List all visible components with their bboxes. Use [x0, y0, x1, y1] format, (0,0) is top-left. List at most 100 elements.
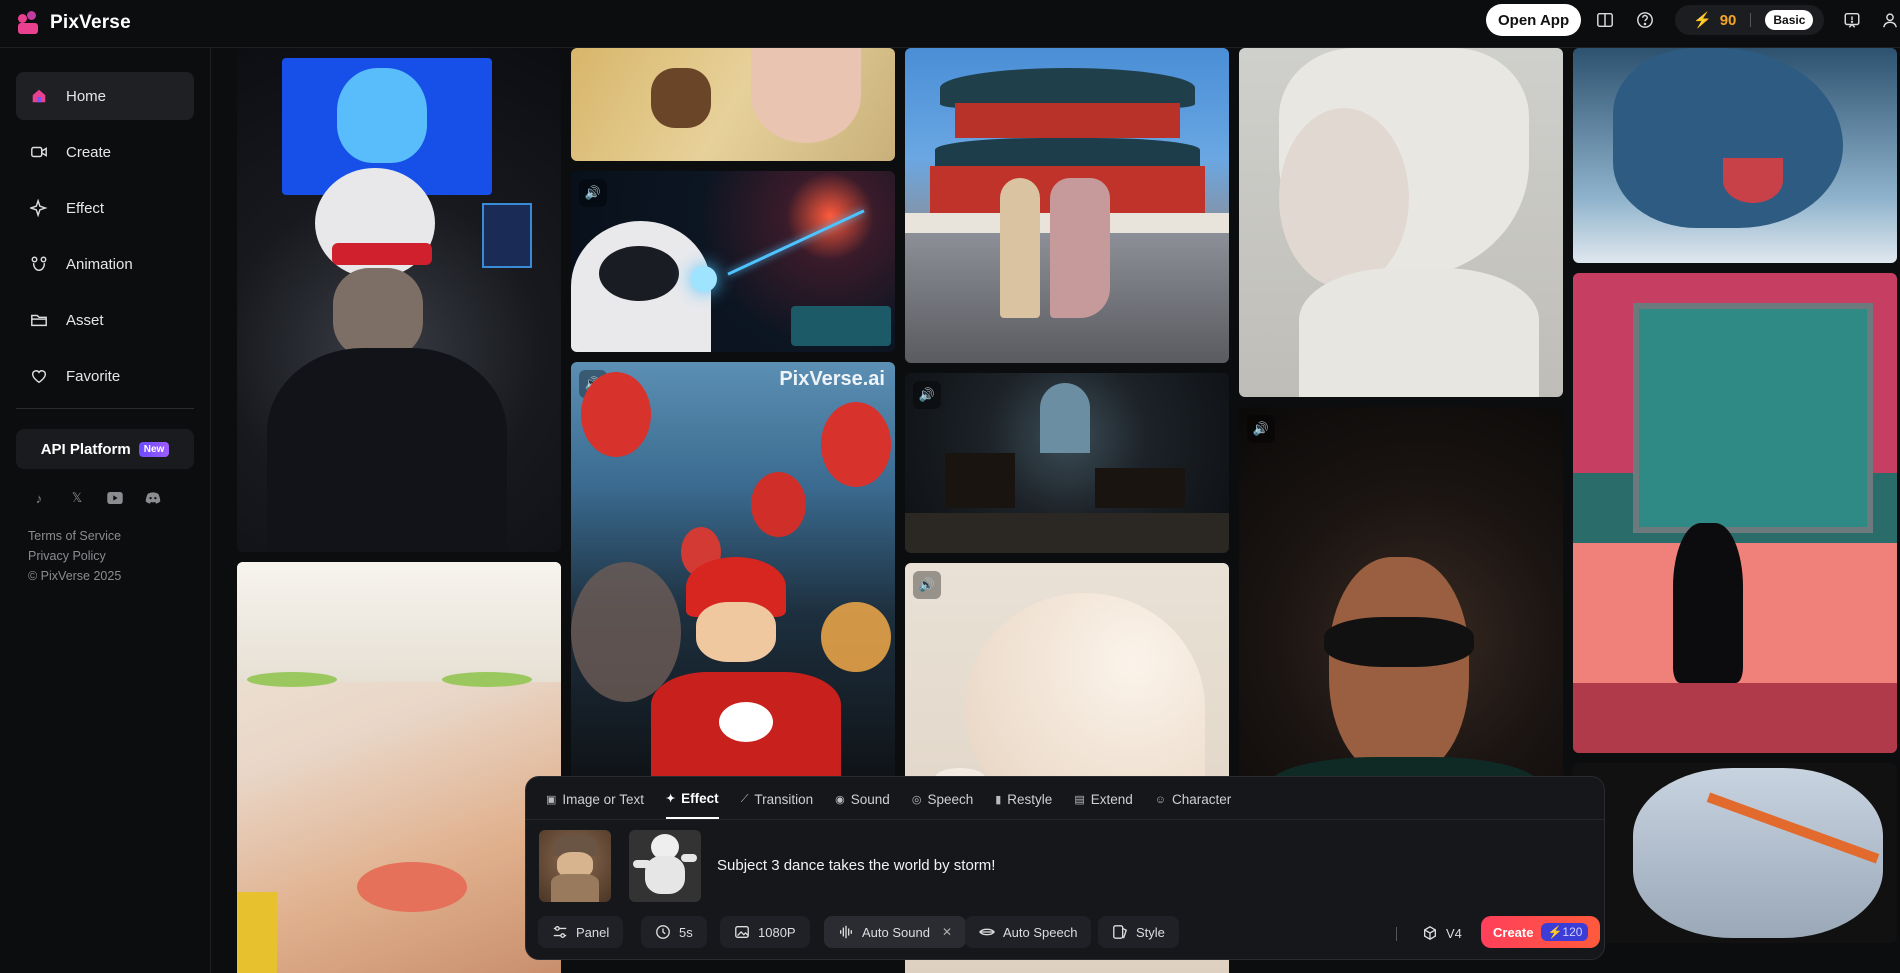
tab-sound[interactable]: ◉ Sound	[835, 791, 890, 819]
sidebar-item-create[interactable]: Create	[16, 128, 194, 176]
new-badge: New	[138, 441, 170, 457]
sparkle-icon: ✦	[665, 793, 676, 805]
subject-thumbnail[interactable]	[539, 830, 611, 902]
clock-icon	[656, 925, 670, 939]
image-icon: ▣	[546, 794, 557, 806]
video-camera-icon	[31, 146, 47, 158]
credits-divider	[1750, 13, 1752, 27]
help-icon[interactable]	[1635, 10, 1655, 30]
animation-icon	[31, 256, 47, 272]
home-icon	[32, 89, 46, 103]
open-app-button[interactable]: Open App	[1486, 4, 1582, 36]
gallery-tile[interactable]	[905, 48, 1229, 363]
lips-icon	[979, 928, 995, 936]
tab-character[interactable]: ☺ Character	[1155, 791, 1232, 819]
gallery-tile[interactable]	[1573, 48, 1897, 263]
app-name: PixVerse	[50, 12, 131, 33]
effect-thumbnail[interactable]	[629, 830, 701, 902]
sidebar: Home Create Effect Animation Asset Favor…	[0, 48, 211, 973]
bolt-icon: ⚡	[1693, 12, 1712, 29]
composer-tabs: ▣ Image or Text ✦ Effect ⟋ Transition ◉ Soun…	[546, 791, 1231, 819]
tab-restyle[interactable]: ▮ Restyle	[995, 791, 1052, 819]
api-platform-label: API Platform	[40, 440, 131, 458]
gallery-tile[interactable]: 🔊	[1573, 273, 1897, 753]
user-icon[interactable]	[1880, 10, 1900, 30]
sidebar-item-label: Favorite	[66, 367, 121, 385]
pixverse-logo-icon	[18, 11, 42, 35]
gallery-tile[interactable]: 🔊	[1239, 407, 1563, 827]
sound-icon: 🔊	[913, 571, 941, 599]
close-icon[interactable]: ✕	[942, 925, 952, 939]
copyright-text: © PixVerse 2025	[28, 569, 122, 583]
x-icon[interactable]: 𝕏	[68, 489, 86, 507]
tiktok-icon[interactable]: ♪	[30, 489, 48, 507]
style-label: Style	[1136, 924, 1165, 940]
terms-link[interactable]: Terms of Service	[28, 529, 121, 543]
top-bar: PixVerse Open App ⚡ 90 Basic	[0, 0, 1900, 48]
create-label: Create	[1493, 924, 1534, 940]
prompt-text[interactable]: Subject 3 dance takes the world by storm…	[717, 857, 995, 874]
sound-icon: 🔊	[579, 179, 607, 207]
folder-icon	[31, 314, 47, 327]
gallery-tile[interactable]	[1239, 48, 1563, 397]
gallery-tile[interactable]	[571, 48, 895, 161]
resolution-button[interactable]: 1080P	[720, 916, 810, 948]
resolution-label: 1080P	[758, 924, 796, 940]
sidebar-item-label: Animation	[66, 255, 133, 273]
logo[interactable]: PixVerse	[18, 11, 131, 35]
notification-icon[interactable]	[1842, 10, 1862, 30]
speech-icon: ◎	[911, 794, 922, 806]
tab-effect[interactable]: ✦ Effect	[665, 791, 719, 819]
character-icon: ☺	[1154, 793, 1166, 806]
create-button[interactable]: Create ⚡120	[1481, 916, 1601, 948]
create-cost: ⚡120	[1541, 923, 1589, 941]
gallery-tile[interactable]: 🔊	[571, 171, 895, 352]
brush-icon: ▮	[995, 794, 1002, 806]
gallery-tile[interactable]	[1573, 763, 1897, 943]
duration-button[interactable]: 5s	[641, 916, 707, 948]
extend-icon: ▤	[1074, 794, 1085, 806]
sidebar-item-asset[interactable]: Asset	[16, 296, 194, 344]
sidebar-item-label: Effect	[66, 199, 105, 217]
resolution-icon	[735, 926, 749, 938]
sidebar-item-home[interactable]: Home	[16, 72, 194, 120]
watermark: PixVerse.ai	[779, 368, 885, 390]
auto-sound-label: Auto Sound	[862, 924, 930, 940]
gallery-tile[interactable]: 🔊	[905, 373, 1229, 553]
panel-label: Panel	[576, 924, 610, 940]
sidebar-item-label: Home	[66, 87, 107, 105]
tab-extend[interactable]: ▤ Extend	[1074, 791, 1132, 819]
gallery-tile[interactable]	[237, 48, 561, 552]
sidebar-item-label: Create	[66, 143, 112, 161]
discord-icon[interactable]	[144, 489, 162, 507]
style-icon	[1113, 925, 1128, 939]
gallery-tile[interactable]: 🔊	[237, 562, 561, 973]
tab-transition[interactable]: ⟋ Transition	[741, 791, 813, 819]
waveform-icon	[840, 925, 852, 939]
sound-icon: 🔊	[913, 381, 941, 409]
wand-icon: ⟋	[740, 793, 749, 805]
auto-sound-chip[interactable]: Auto Sound ✕	[824, 916, 967, 948]
tab-image-or-text[interactable]: ▣ Image or Text	[546, 791, 644, 819]
credit-count: 90	[1719, 11, 1737, 29]
tab-speech[interactable]: ◎ Speech	[912, 791, 973, 819]
sidebar-item-animation[interactable]: Animation	[16, 240, 194, 288]
api-platform-button[interactable]: API Platform New	[16, 429, 194, 469]
plan-badge: Basic	[1765, 10, 1814, 30]
style-button[interactable]: Style	[1098, 916, 1179, 948]
privacy-link[interactable]: Privacy Policy	[28, 549, 106, 563]
sparkle-icon	[30, 199, 48, 217]
auto-speech-button[interactable]: Auto Speech	[965, 916, 1092, 948]
book-icon[interactable]	[1595, 10, 1615, 30]
sidebar-item-favorite[interactable]: Favorite	[16, 352, 194, 400]
gallery-tile[interactable]: 🔊 PixVerse.ai	[571, 362, 895, 782]
model-version-button[interactable]: V4	[1422, 925, 1462, 941]
sidebar-item-effect[interactable]: Effect	[16, 184, 194, 232]
heart-icon	[31, 370, 47, 384]
sound-icon: 🔊	[1247, 415, 1275, 443]
version-label: V4	[1446, 925, 1462, 941]
youtube-icon[interactable]	[106, 489, 124, 507]
credits-balance[interactable]: ⚡ 90 Basic	[1675, 5, 1824, 35]
panel-button[interactable]: Panel	[538, 916, 624, 948]
social-links: ♪ 𝕏	[30, 489, 162, 507]
